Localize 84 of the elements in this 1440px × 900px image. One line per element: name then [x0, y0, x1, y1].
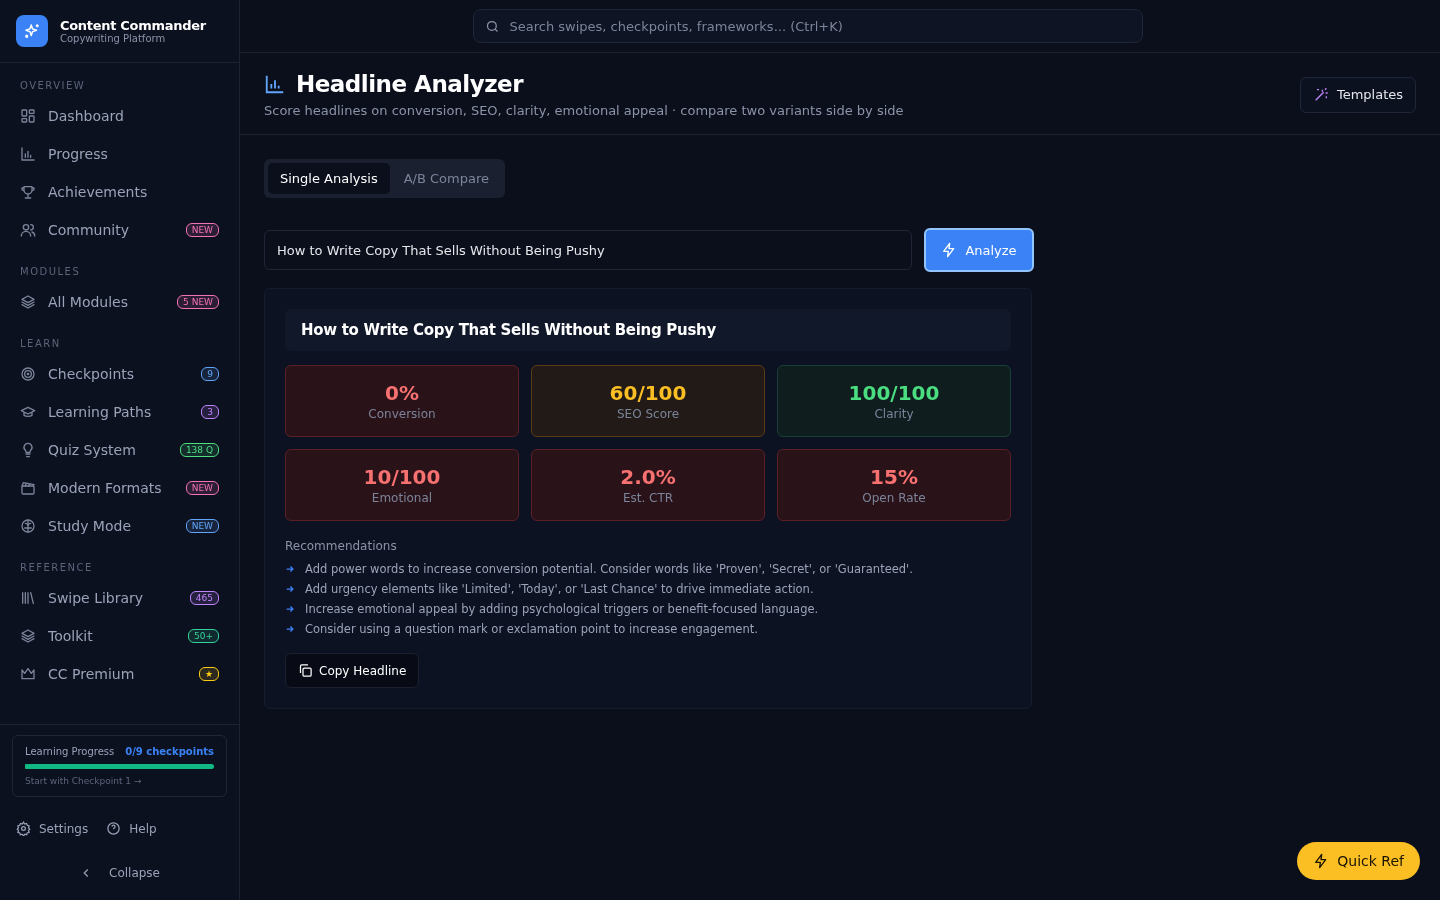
layers-icon [20, 294, 36, 310]
brand-name: Content Commander [60, 18, 206, 33]
nav-badge: ★ [198, 667, 219, 681]
section-heading: MODULES [20, 265, 82, 279]
arrow-right-icon [285, 604, 295, 614]
target-icon [20, 366, 36, 382]
recommendation: Increase emotional appeal by adding psychological triggers or benefit-focused language. [305, 601, 819, 617]
quick-ref-button[interactable]: Quick Ref [1297, 842, 1420, 880]
tab[interactable]: Single Analysis [268, 163, 390, 194]
section-heading: OVERVIEW [20, 79, 87, 93]
progress-count: 0/9 checkpoints [125, 746, 214, 757]
bar-chart-icon [264, 73, 286, 95]
page-title: Headline Analyzer [296, 71, 523, 97]
collapse-button[interactable]: Collapse [79, 866, 160, 880]
nav-badge: NEW [185, 223, 219, 237]
sidebar-item[interactable]: Community NEW [20, 211, 219, 249]
clap-icon [20, 480, 36, 496]
help-icon [106, 821, 122, 836]
recommendation: Consider using a question mark or exclamation point to increase engagement. [305, 621, 758, 637]
sidebar-item[interactable]: Learning Paths 3 [20, 393, 219, 431]
sidebar-item[interactable]: Toolkit 50+ [20, 617, 219, 655]
bulb-icon [20, 442, 36, 458]
arrow-right-icon [285, 624, 295, 634]
page-subtitle: Score headlines on conversion, SEO, clarity, emotional appeal · compare two variants side by side [264, 103, 904, 118]
arrow-right-icon [285, 584, 295, 594]
search-icon [484, 19, 500, 34]
sidebar-item[interactable]: Checkpoints 9 [20, 355, 219, 393]
progress-label: Learning Progress [25, 746, 115, 757]
metric-label: Open Rate [862, 491, 926, 505]
section-heading: REFERENCE [20, 561, 94, 575]
arrow-right-icon [285, 564, 295, 574]
crown-icon [20, 666, 36, 682]
nav-badge: 9 [201, 367, 219, 381]
sidebar-item[interactable]: CC Premium ★ [20, 655, 219, 693]
recommendations-heading: Recommendations [285, 539, 398, 553]
brand-tagline: Copywriting Platform [60, 33, 167, 44]
nav-badge: NEW [185, 519, 219, 533]
sidebar-item[interactable]: Dashboard [20, 97, 219, 135]
copy-icon [298, 663, 313, 678]
trophy-icon [20, 184, 36, 200]
section-heading: LEARN [20, 337, 62, 351]
templates-button[interactable]: Templates [1299, 76, 1416, 113]
analyzed-headline: How to Write Copy That Sells Without Being Pushy [285, 309, 1011, 351]
users-icon [20, 222, 36, 238]
settings-icon [16, 821, 31, 836]
metric-label: Emotional [371, 491, 433, 505]
nav-badge: 465 [189, 591, 219, 605]
sidebar-item[interactable]: All Modules 5 NEW [20, 283, 219, 321]
sidebar-item[interactable]: Swipe Library 465 [20, 579, 219, 617]
sidebar-item[interactable]: Study Mode NEW [20, 507, 219, 545]
headline-field[interactable]: How to Write Copy That Sells Without Being Pushy [264, 230, 912, 270]
sidebar-item[interactable]: Progress [20, 135, 219, 173]
nav-badge: 50+ [188, 629, 219, 643]
metric-value: 100/100 [848, 381, 940, 405]
metric-label: Est. CTR [622, 491, 674, 505]
metric-value: 60/100 [609, 381, 687, 405]
recommendation: Add urgency elements like 'Limited', 'Today', or 'Last Chance' to drive immediate action. [305, 581, 814, 597]
nav-badge: 138 Q [179, 443, 219, 457]
layers-icon [20, 628, 36, 644]
recommendation: Add power words to increase conversion potential. Consider words like 'Proven', 'Secret', or 'Guaranteed'. [305, 561, 913, 577]
sidebar-item[interactable]: Quiz System 138 Q [20, 431, 219, 469]
tab[interactable]: A/B Compare [391, 163, 501, 194]
nav-badge: 3 [201, 405, 219, 419]
footer-link[interactable]: Settings [16, 821, 89, 836]
nav-badge: 5 NEW [177, 295, 219, 309]
metric-label: Clarity [874, 407, 914, 421]
footer-link[interactable]: Help [106, 821, 157, 836]
analyze-button[interactable]: Analyze [924, 228, 1034, 272]
bars-icon [20, 146, 36, 162]
books-icon [20, 590, 36, 606]
metric-label: SEO Score [616, 407, 680, 421]
nav-badge: NEW [185, 481, 219, 495]
metric-value: 15% [870, 465, 918, 489]
sidebar-item[interactable]: Achievements [20, 173, 219, 211]
sparkle-logo-icon [16, 15, 48, 47]
cap-icon [20, 404, 36, 420]
search-field[interactable]: Search swipes, checkpoints, frameworks... (Ctrl+K) [472, 9, 1143, 43]
metric-value: 10/100 [363, 465, 441, 489]
sidebar-item[interactable]: Modern Formats NEW [20, 469, 219, 507]
copy-headline-button[interactable]: Copy Headline [285, 653, 420, 688]
metric-label: Conversion [368, 407, 436, 421]
metric-value: 2.0% [620, 465, 676, 489]
metric-value: 0% [385, 381, 419, 405]
grid-icon [20, 108, 36, 124]
